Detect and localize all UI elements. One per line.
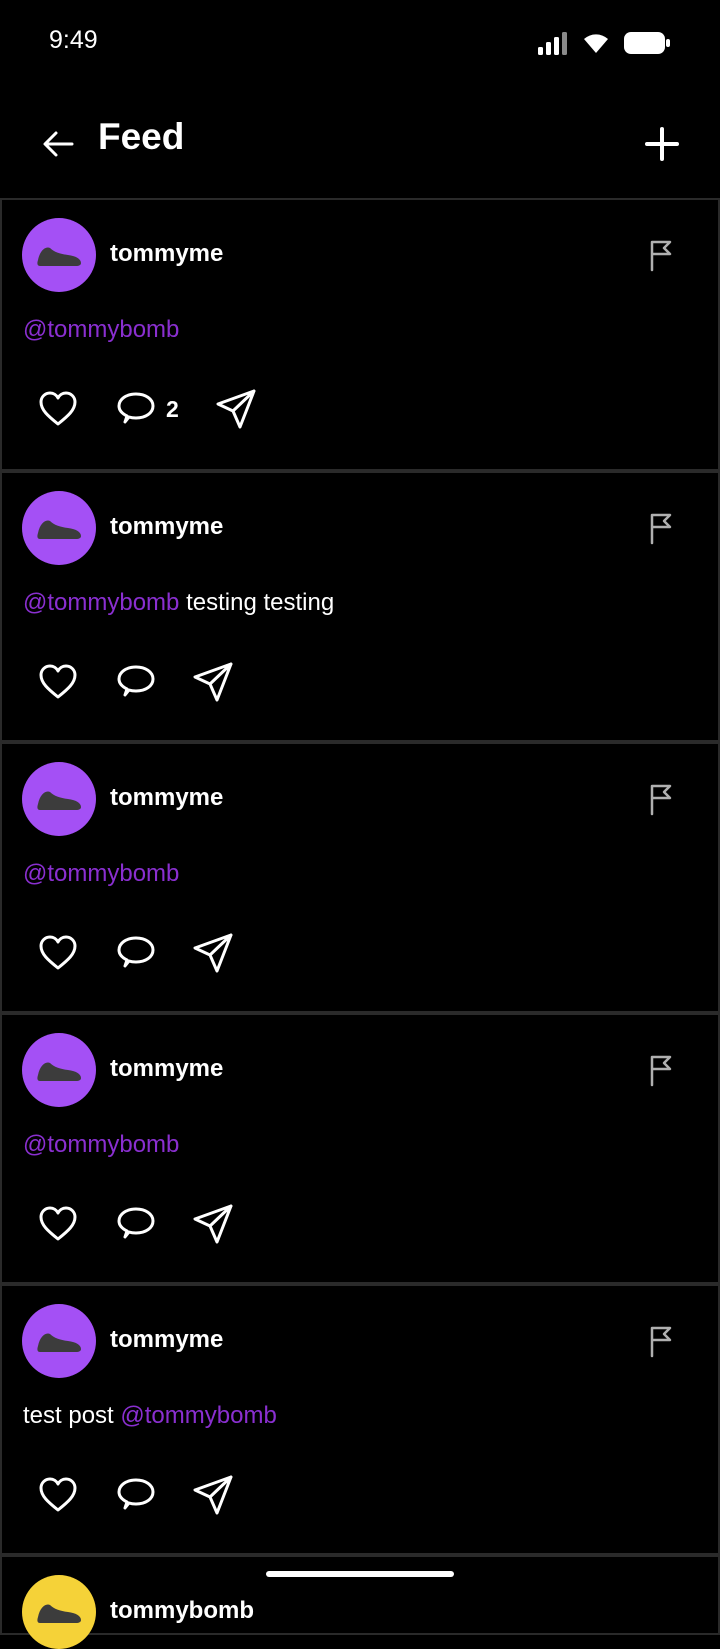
post-card: tommyme @tommybomb testing testing: [0, 471, 720, 742]
share-button[interactable]: [192, 1472, 234, 1518]
send-icon: [193, 1475, 233, 1515]
heart-icon: [39, 935, 77, 970]
flag-icon: [650, 240, 672, 272]
send-icon: [216, 389, 256, 429]
comment-button[interactable]: [116, 930, 156, 976]
post-username[interactable]: tommyme: [110, 1326, 223, 1354]
comment-bubble-icon: [117, 665, 155, 697]
plus-icon: [645, 127, 679, 161]
post-card: tommyme @tommybomb 2: [0, 200, 720, 471]
post-username[interactable]: tommyme: [110, 513, 223, 541]
flag-icon: [650, 784, 672, 816]
report-button[interactable]: [644, 511, 678, 545]
avatar[interactable]: [22, 1575, 96, 1649]
post-body-text: test post: [23, 1402, 121, 1429]
comment-count: 2: [166, 395, 179, 422]
report-button[interactable]: [644, 238, 678, 272]
avatar[interactable]: [22, 491, 96, 565]
comment-button[interactable]: [116, 1472, 156, 1518]
like-button[interactable]: [38, 386, 80, 432]
post-body-text: testing testing: [179, 589, 335, 616]
post-actions: [38, 659, 234, 705]
status-icons: [537, 30, 671, 56]
avatar[interactable]: [22, 1304, 96, 1378]
comment-bubble-icon: [117, 1478, 155, 1510]
shoe-icon: [37, 1333, 81, 1352]
avatar[interactable]: [22, 1033, 96, 1107]
mention-link[interactable]: @tommybomb: [23, 589, 179, 616]
battery-icon: [624, 32, 670, 54]
wifi-icon: [584, 34, 608, 53]
flag-icon: [650, 513, 672, 545]
send-icon: [193, 1204, 233, 1244]
post-text: @tommybomb: [23, 316, 179, 344]
shoe-icon: [37, 791, 81, 810]
post-card: tommyme @tommybomb: [0, 742, 720, 1013]
shoe-icon: [37, 247, 81, 266]
status-time: 9:49: [49, 26, 98, 54]
mention-link[interactable]: @tommybomb: [120, 1402, 276, 1429]
post-card: tommyme @tommybomb: [0, 1013, 720, 1284]
comment-bubble-icon: [117, 936, 155, 968]
comment-button[interactable]: [116, 1201, 156, 1247]
post-actions: [38, 1201, 234, 1247]
send-icon: [193, 933, 233, 973]
avatar[interactable]: [22, 218, 96, 292]
report-button[interactable]: [644, 1053, 678, 1087]
feed-list: tommyme @tommybomb 2 tommyme @tommybomb …: [0, 200, 720, 1649]
post-username[interactable]: tommyme: [110, 784, 223, 812]
heart-icon: [39, 1477, 77, 1512]
add-post-button[interactable]: [634, 116, 690, 172]
shoe-icon: [37, 520, 81, 539]
post-username[interactable]: tommyme: [110, 1055, 223, 1083]
mention-link[interactable]: @tommybomb: [23, 860, 179, 887]
report-button[interactable]: [644, 782, 678, 816]
arrow-left-icon: [43, 131, 74, 157]
share-button[interactable]: [192, 659, 234, 705]
back-button[interactable]: [34, 120, 82, 168]
page-title: Feed: [98, 116, 185, 157]
post-card: tommyme test post @tommybomb: [0, 1284, 720, 1555]
like-button[interactable]: [38, 1472, 80, 1518]
flag-icon: [650, 1055, 672, 1087]
heart-icon: [39, 1206, 77, 1241]
comment-button[interactable]: [116, 659, 156, 705]
post-text: @tommybomb: [23, 1131, 179, 1159]
like-button[interactable]: [38, 930, 80, 976]
share-button[interactable]: [192, 1201, 234, 1247]
like-button[interactable]: [38, 659, 80, 705]
share-button[interactable]: [215, 386, 257, 432]
post-actions: 2: [38, 386, 257, 432]
heart-icon: [39, 664, 77, 699]
comment-bubble-icon: [117, 1207, 155, 1239]
post-text: @tommybomb testing testing: [23, 589, 334, 617]
post-text: @tommybomb: [23, 860, 179, 888]
post-actions: [38, 930, 234, 976]
status-bar: 9:49: [0, 0, 720, 88]
comment-bubble-icon: [117, 392, 155, 424]
shoe-icon: [37, 1062, 81, 1081]
post-username[interactable]: tommyme: [110, 240, 223, 268]
app-bar: Feed: [0, 88, 720, 200]
shoe-icon: [37, 1604, 81, 1623]
signal-icon: [538, 32, 567, 55]
mention-link[interactable]: @tommybomb: [23, 1131, 179, 1158]
report-button[interactable]: [644, 1324, 678, 1358]
share-button[interactable]: [192, 930, 234, 976]
post-actions: [38, 1472, 234, 1518]
heart-icon: [39, 391, 77, 426]
post-username[interactable]: tommybomb: [110, 1597, 254, 1625]
send-icon: [193, 662, 233, 702]
post-text: test post @tommybomb: [23, 1402, 277, 1430]
like-button[interactable]: [38, 1201, 80, 1247]
mention-link[interactable]: @tommybomb: [23, 316, 179, 343]
flag-icon: [650, 1326, 672, 1358]
post-card: tommybomb: [0, 1555, 720, 1649]
comment-button[interactable]: 2: [116, 386, 179, 432]
avatar[interactable]: [22, 762, 96, 836]
home-indicator[interactable]: [266, 1571, 454, 1577]
